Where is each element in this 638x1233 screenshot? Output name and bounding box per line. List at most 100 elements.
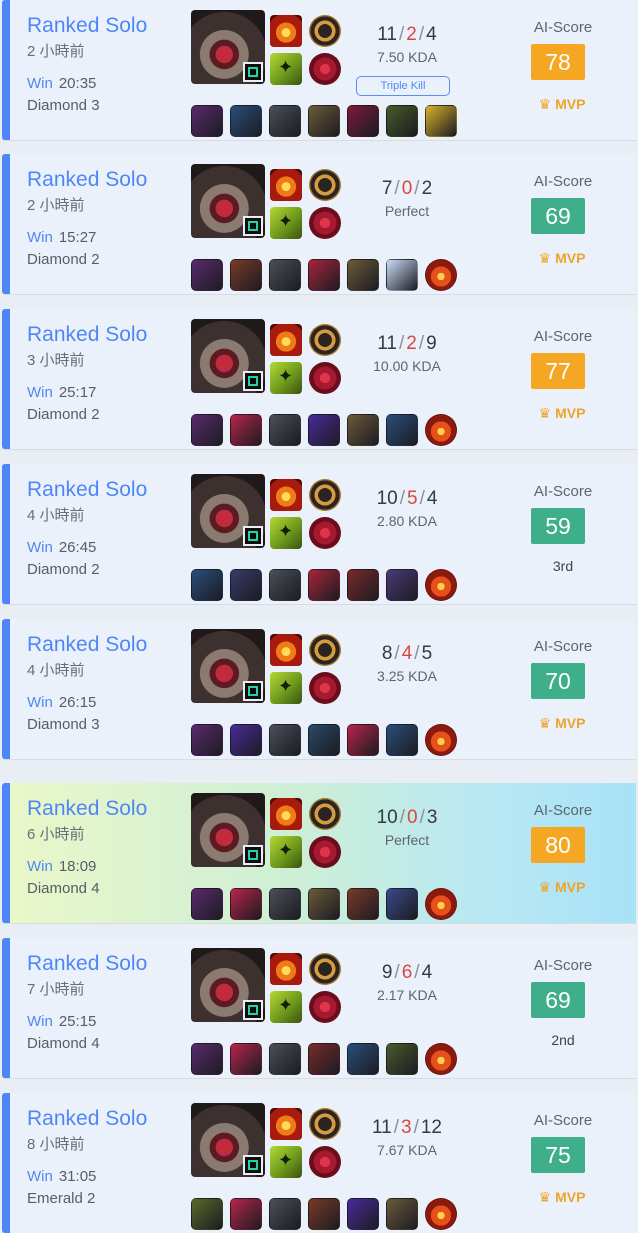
keystone-rune-icon (309, 634, 341, 666)
kda-ratio: Perfect (384, 203, 430, 219)
item-icon (230, 259, 262, 291)
champion-level-icon (243, 1155, 263, 1175)
champion-portrait[interactable] (191, 793, 265, 867)
match-card[interactable]: Ranked Solo 2 小時前 Win 15:27 Diamond 2 7/0… (2, 154, 636, 294)
crown-icon: ♛ (538, 715, 552, 731)
item-icon (308, 259, 340, 291)
trinket-icon (425, 569, 457, 601)
queue-type: Ranked Solo (27, 168, 148, 191)
item-icon (386, 1198, 418, 1230)
item-icon (308, 888, 340, 920)
champion-portrait[interactable] (191, 319, 265, 393)
game-duration: 26:45 (58, 539, 97, 556)
game-duration: 25:15 (58, 1013, 97, 1030)
ignite-spell-icon (270, 1108, 302, 1140)
champion-portrait[interactable] (191, 474, 265, 548)
champion-portrait[interactable] (191, 629, 265, 703)
item-icon (269, 105, 301, 137)
item-icon (386, 569, 418, 601)
time-ago: 2 小時前 (27, 43, 85, 60)
secondary-rune-icon (309, 1146, 341, 1178)
ignite-spell-icon (270, 634, 302, 666)
item-icon (230, 724, 262, 756)
game-duration: 15:27 (58, 229, 97, 246)
item-icon (347, 724, 379, 756)
time-ago: 8 小時前 (27, 1136, 85, 1153)
item-icon (425, 105, 457, 137)
ai-score-value: 69 (531, 982, 585, 1018)
item-icon (269, 259, 301, 291)
ai-score-label: AI-Score (533, 19, 593, 36)
kda-score: 7/0/2 (381, 178, 433, 199)
item-icon (191, 1198, 223, 1230)
rank-tier: Diamond 4 (27, 1035, 100, 1052)
placement: 3rd (552, 558, 574, 574)
trinket-icon (425, 259, 457, 291)
rank-tier: Diamond 3 (27, 97, 100, 114)
keystone-rune-icon (309, 15, 341, 47)
champion-portrait[interactable] (191, 164, 265, 238)
item-icon (191, 1043, 223, 1075)
rank-tier: Diamond 2 (27, 561, 100, 578)
kda-score: 10/0/3 (376, 807, 438, 828)
trinket-icon (425, 1198, 457, 1230)
ignite-spell-icon (270, 15, 302, 47)
kda-ratio: Perfect (384, 832, 430, 848)
result-line: Win 25:17 (27, 384, 96, 401)
result-label: Win (27, 1013, 53, 1030)
ai-score-value: 70 (531, 663, 585, 699)
result-line: Win 26:15 (27, 694, 96, 711)
secondary-rune-icon (309, 362, 341, 394)
item-icon (269, 569, 301, 601)
champion-portrait[interactable] (191, 1103, 265, 1177)
match-card[interactable]: Ranked Solo 3 小時前 Win 25:17 Diamond 2 11/… (2, 309, 636, 449)
item-icon (230, 569, 262, 601)
match-card[interactable]: Ranked Solo 4 小時前 Win 26:15 Diamond 3 8/4… (2, 619, 636, 759)
match-card[interactable]: Ranked Solo 4 小時前 Win 26:45 Diamond 2 10/… (2, 464, 636, 604)
assists: 9 (426, 333, 437, 354)
assists: 12 (420, 1117, 442, 1138)
result-label: Win (27, 229, 53, 246)
ignite-spell-icon (270, 324, 302, 356)
ai-score-value: 80 (531, 827, 585, 863)
champion-level-icon (243, 681, 263, 701)
champion-level-icon (243, 216, 263, 236)
item-icon (191, 569, 223, 601)
time-ago: 6 小時前 (27, 826, 85, 843)
time-ago: 4 小時前 (27, 662, 85, 679)
deaths: 2 (406, 24, 417, 45)
assists: 4 (426, 488, 438, 509)
result-line: Win 26:45 (27, 539, 96, 556)
item-icon (230, 105, 262, 137)
queue-type: Ranked Solo (27, 1107, 148, 1130)
item-icon (347, 1198, 379, 1230)
match-card[interactable]: Ranked Solo 2 小時前 Win 20:35 Diamond 3 11/… (2, 0, 636, 140)
kda-score: 11/2/4 (377, 24, 437, 45)
keystone-rune-icon (309, 169, 341, 201)
game-duration: 18:09 (58, 858, 97, 875)
deaths: 3 (401, 1117, 412, 1138)
queue-type: Ranked Solo (27, 952, 148, 975)
ignite-spell-icon (270, 953, 302, 985)
ai-score-label: AI-Score (533, 173, 593, 190)
champion-level-icon (243, 1000, 263, 1020)
mvp-badge: ♛ MVP (538, 405, 586, 421)
item-icon (347, 414, 379, 446)
deaths: 0 (406, 807, 418, 828)
item-icon (308, 569, 340, 601)
champion-portrait[interactable] (191, 948, 265, 1022)
champion-portrait[interactable] (191, 10, 265, 84)
champion-level-icon (243, 371, 263, 391)
match-card[interactable]: Ranked Solo 8 小時前 Win 31:05 Emerald 2 11/… (2, 1093, 636, 1233)
ignite-spell-icon (270, 479, 302, 511)
keystone-rune-icon (309, 953, 341, 985)
match-card[interactable]: Ranked Solo 6 小時前 Win 18:09 Diamond 4 10/… (2, 783, 636, 923)
secondary-rune-icon (309, 991, 341, 1023)
match-card[interactable]: Ranked Solo 7 小時前 Win 25:15 Diamond 4 9/6… (2, 938, 636, 1078)
ai-score-label: AI-Score (533, 638, 593, 655)
secondary-rune-icon (309, 53, 341, 85)
result-line: Win 18:09 (27, 858, 96, 875)
ai-score-label: AI-Score (533, 802, 593, 819)
rank-tier: Diamond 3 (27, 716, 100, 733)
item-icon (386, 259, 418, 291)
